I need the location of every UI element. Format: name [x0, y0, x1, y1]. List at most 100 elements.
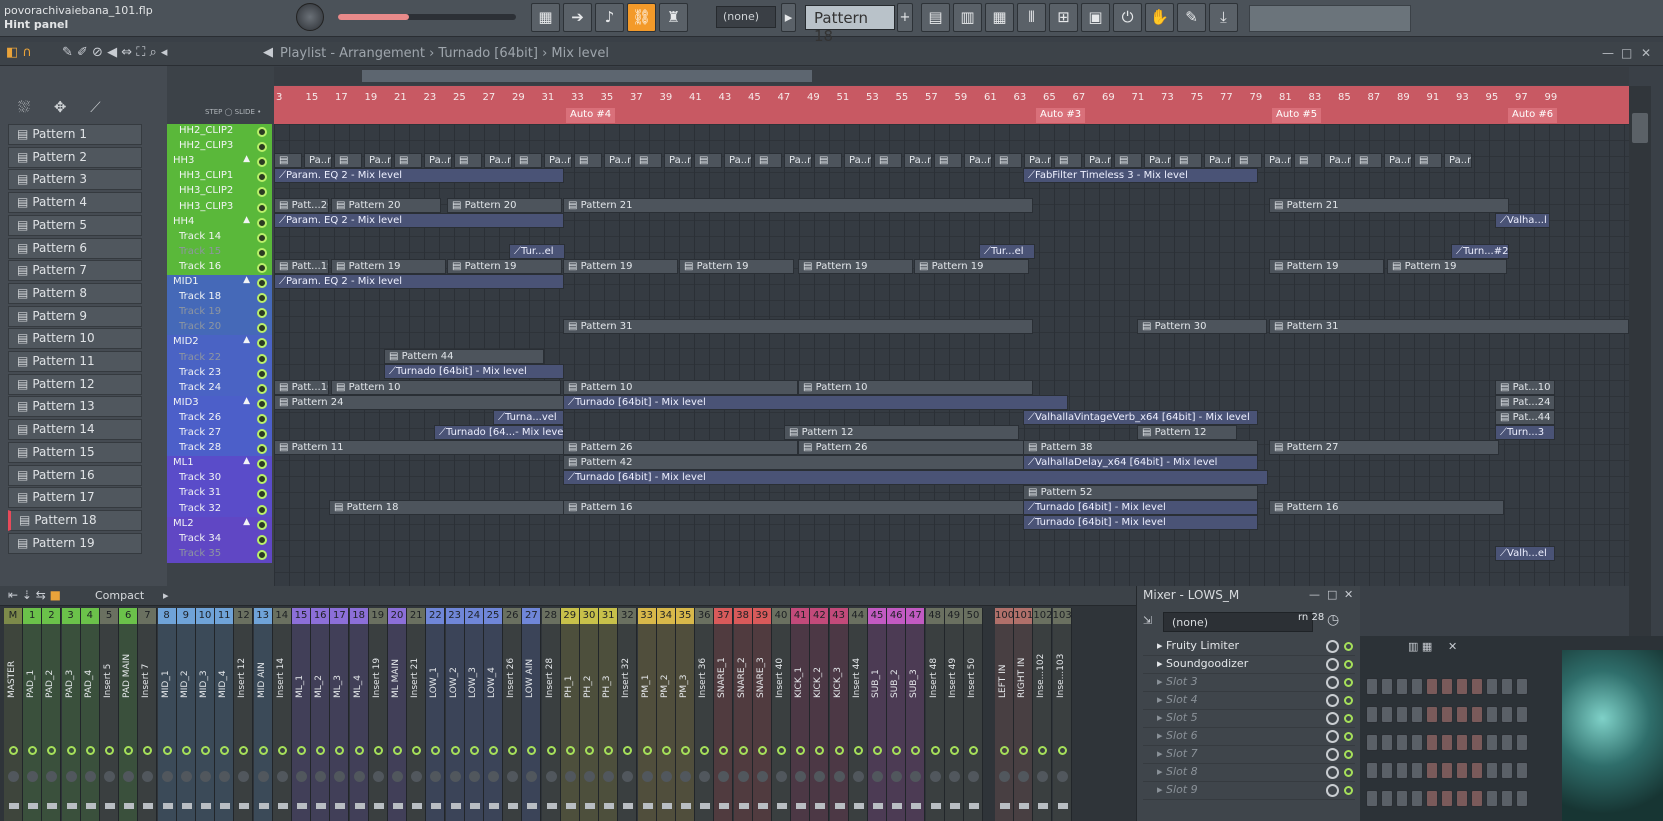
step-pad[interactable] — [1381, 734, 1393, 751]
track-mute-led[interactable] — [257, 172, 267, 183]
track-mute-led[interactable] — [257, 504, 267, 515]
volume-fader[interactable] — [661, 803, 672, 809]
pattern-clip[interactable]: ▤ Pattern 10 — [563, 379, 798, 395]
channel-enable-led[interactable] — [85, 746, 95, 755]
pan-knob[interactable] — [814, 771, 826, 782]
step-pad[interactable] — [1516, 678, 1528, 695]
pattern-clip[interactable]: Pa..n 2 — [904, 153, 932, 168]
mixer-channel[interactable]: 9 MID_2 — [176, 608, 196, 821]
step-pad[interactable] — [1471, 762, 1483, 779]
channel-enable-led[interactable] — [316, 746, 326, 755]
step-pad[interactable] — [1486, 790, 1498, 807]
channel-enable-led[interactable] — [297, 746, 306, 755]
play-pattern-icon[interactable]: ▸ — [781, 3, 796, 32]
track-mute-led[interactable] — [257, 413, 267, 424]
master-pitch-slider[interactable] — [338, 14, 516, 20]
pattern-list-item[interactable]: ▤ Pattern 4 — [8, 192, 142, 214]
collapse-arrow-icon[interactable]: ▲ — [243, 154, 250, 164]
mixer-channel[interactable]: 28 Insert 28 — [541, 608, 561, 821]
graph-icon[interactable]: ▥ ▦ — [1408, 640, 1432, 653]
track-mute-led[interactable] — [257, 247, 267, 258]
expand-arrow-icon[interactable]: ▸ — [1157, 693, 1166, 706]
step-pad[interactable] — [1501, 762, 1513, 779]
effect-slot[interactable]: ▸ Slot 8 — [1143, 764, 1355, 782]
track-header[interactable]: Track 14 — [167, 229, 272, 246]
channel-enable-led[interactable] — [565, 746, 575, 755]
pan-knob[interactable] — [8, 771, 19, 782]
pattern-clip[interactable]: Pa..n 2 — [964, 153, 992, 168]
automation-clip[interactable]: ⟋Valh...el — [1495, 545, 1555, 561]
volume-fader[interactable] — [719, 803, 730, 809]
volume-fader[interactable] — [277, 803, 288, 809]
pattern-clip[interactable]: ▤ — [514, 153, 542, 168]
pan-knob[interactable] — [315, 771, 327, 782]
expand-arrow-icon[interactable]: ▸ — [1157, 711, 1166, 724]
pattern-clip[interactable]: ▤ Pattern 26 — [798, 439, 1033, 455]
volume-fader[interactable] — [258, 803, 269, 809]
pattern-clip[interactable]: ▤ Pattern 44 — [384, 349, 544, 365]
mixer-channel[interactable]: 14 Insert 14 — [272, 608, 292, 821]
step-pad[interactable] — [1456, 678, 1468, 695]
volume-fader[interactable] — [1000, 803, 1010, 809]
channel-enable-led[interactable] — [508, 746, 518, 755]
pattern-clip[interactable]: ▤ Pattern 19 — [1269, 258, 1384, 274]
pattern-clip[interactable]: Pa..n 2 — [784, 153, 812, 168]
pattern-clip[interactable]: ▤ Pattern 19 — [679, 258, 794, 274]
close-icon[interactable]: ✕ — [1344, 588, 1353, 601]
pan-knob[interactable] — [718, 771, 730, 782]
mixer-layout-label[interactable]: Compact — [95, 589, 144, 602]
effect-slot[interactable]: ▸ Slot 6 — [1143, 728, 1355, 746]
volume-fader[interactable] — [220, 803, 231, 809]
pattern-clip[interactable]: ▤ — [1174, 153, 1202, 168]
track-header[interactable]: MID1 ▲ — [167, 275, 272, 291]
news-panel[interactable] — [1249, 5, 1411, 32]
automation-clip[interactable]: ⟋Turnado [64...- Mix level — [434, 424, 564, 440]
channel-enable-led[interactable] — [700, 746, 710, 755]
pattern-clip[interactable]: Pa..n 2 — [424, 153, 452, 168]
pan-knob[interactable] — [641, 771, 653, 782]
mixer-channel[interactable]: 31 PH_3 — [599, 608, 619, 821]
channel-enable-led[interactable] — [853, 746, 863, 755]
track-mute-led[interactable] — [257, 534, 267, 545]
pattern-clip[interactable]: ▤ Pattern 21 — [1269, 198, 1509, 214]
pattern-clip[interactable]: Pa..n 2 — [1264, 153, 1292, 168]
pattern-clip[interactable]: ▤ Pattern 10 — [798, 379, 1033, 395]
pattern-clip[interactable]: ▤ Pattern 19 — [1387, 258, 1507, 274]
mixer-channel[interactable]: 8 MID_1 — [157, 608, 177, 821]
mixer-channel[interactable]: 34 PM_2 — [656, 608, 676, 821]
mixer-channel[interactable]: 100 LEFT IN — [995, 608, 1014, 821]
pattern-clip[interactable]: ▤ — [754, 153, 782, 168]
step-pad[interactable] — [1366, 790, 1378, 807]
automation-marker[interactable]: Auto #5 — [1272, 108, 1322, 123]
step-pad[interactable] — [1471, 678, 1483, 695]
mixer-channel[interactable]: 45 SUB_1 — [868, 608, 887, 821]
expand-arrow-icon[interactable]: ▸ — [1157, 675, 1166, 688]
pattern-clip[interactable]: ▤ — [334, 153, 362, 168]
pan-knob[interactable] — [238, 771, 250, 782]
volume-fader[interactable] — [66, 803, 77, 809]
playlist-icon[interactable]: ▤ — [921, 3, 950, 32]
volume-fader[interactable] — [969, 803, 979, 809]
channel-enable-led[interactable] — [335, 746, 345, 755]
pan-knob[interactable] — [104, 771, 115, 782]
volume-fader[interactable] — [796, 803, 807, 809]
plugin-icon[interactable]: ⏻ — [1113, 3, 1142, 32]
effect-slot[interactable]: ▸ Slot 3 — [1143, 674, 1355, 692]
slot-enable-led[interactable] — [1344, 714, 1353, 723]
pattern-list-item[interactable]: ▤ Pattern 1 — [8, 124, 142, 145]
slot-enable-led[interactable] — [1344, 678, 1353, 687]
step-pad[interactable] — [1471, 706, 1483, 723]
mixer-channel[interactable]: 6 PAD MAIN — [119, 608, 139, 821]
mixer-channel[interactable]: 50 Insert 50 — [964, 608, 983, 821]
track-mute-led[interactable] — [257, 474, 267, 485]
effect-slot[interactable]: ▸ Slot 7 — [1143, 746, 1355, 764]
channel-enable-led[interactable] — [239, 746, 249, 755]
mixer-channel[interactable]: 7 Insert 7 — [138, 608, 158, 821]
pattern-clip[interactable]: ▤ Pattern 38 — [1023, 439, 1258, 455]
track-mute-led[interactable] — [257, 157, 267, 168]
link-icon[interactable]: ⛓ — [627, 3, 656, 32]
volume-fader[interactable] — [949, 803, 960, 809]
mixer-channel[interactable]: 39 SNARE_3 — [752, 608, 772, 821]
volume-fader[interactable] — [143, 803, 154, 809]
pattern-clip[interactable]: Pa..n 2 — [664, 153, 692, 168]
